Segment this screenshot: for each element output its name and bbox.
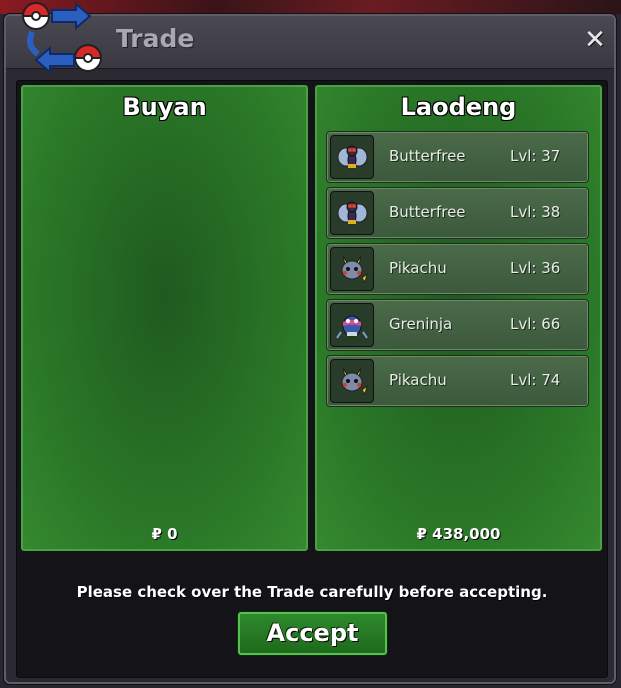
window-title: Trade xyxy=(116,24,195,53)
trade-window: Trade ✕ Buyan ₽ 0 Laodeng Butterfree Lvl… xyxy=(4,2,616,684)
greninja-icon xyxy=(330,303,374,347)
pokemon-name: Pikachu xyxy=(389,371,447,389)
partner-offer-panel: Laodeng Butterfree Lvl: 37 Butterfree Lv… xyxy=(315,85,602,551)
pokemon-slot[interactable]: Pikachu Lvl: 74 xyxy=(326,355,589,407)
pokemon-name: Greninja xyxy=(389,315,453,333)
pokemon-level: Lvl: 74 xyxy=(510,371,561,389)
butterfree-icon xyxy=(330,191,374,235)
pokemon-level: Lvl: 38 xyxy=(510,203,561,221)
butterfree-icon xyxy=(330,135,374,179)
pokemon-slot[interactable]: Pikachu Lvl: 36 xyxy=(326,243,589,295)
pokemon-slot[interactable]: Butterfree Lvl: 38 xyxy=(326,187,589,239)
trade-notice: Please check over the Trade carefully be… xyxy=(76,583,548,601)
pikachu-icon xyxy=(330,359,374,403)
trade-icon xyxy=(21,2,103,75)
accept-button[interactable]: Accept xyxy=(238,612,387,655)
close-button[interactable]: ✕ xyxy=(582,27,608,54)
pokemon-slot[interactable]: Greninja Lvl: 66 xyxy=(326,299,589,351)
pokemon-level: Lvl: 36 xyxy=(510,259,561,277)
pikachu-icon xyxy=(330,247,374,291)
pokemon-name: Butterfree xyxy=(389,147,466,165)
partner-player-name: Laodeng xyxy=(400,93,517,121)
my-offer-panel: Buyan ₽ 0 xyxy=(21,85,308,551)
pokemon-name: Pikachu xyxy=(389,259,447,277)
trade-content: Buyan ₽ 0 Laodeng Butterfree Lvl: 37 But… xyxy=(16,80,608,678)
partner-money-offer: ₽ 438,000 xyxy=(416,525,501,543)
pokemon-level: Lvl: 66 xyxy=(510,315,561,333)
partner-pokemon-list: Butterfree Lvl: 37 Butterfree Lvl: 38 Pi… xyxy=(326,131,589,411)
my-money-offer: ₽ 0 xyxy=(151,525,178,543)
pokemon-name: Butterfree xyxy=(389,203,466,221)
pokemon-level: Lvl: 37 xyxy=(510,147,561,165)
pokemon-slot[interactable]: Butterfree Lvl: 37 xyxy=(326,131,589,183)
my-player-name: Buyan xyxy=(122,93,207,121)
